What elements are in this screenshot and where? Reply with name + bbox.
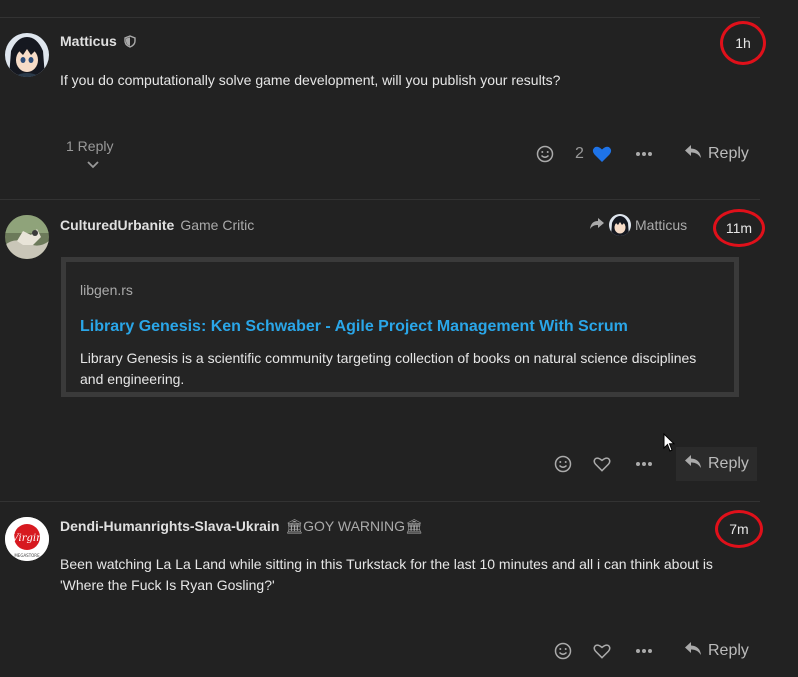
reply-button[interactable]: Reply — [676, 634, 757, 668]
like-count[interactable]: 2 — [575, 145, 584, 163]
reply-to-username[interactable]: Matticus — [635, 217, 687, 233]
timestamp-text[interactable]: 11m — [726, 220, 752, 236]
post-dendi: Virgin MEGASTORE Dendi-Humanrights-Slava… — [0, 502, 780, 677]
onebox-description: Library Genesis is a scientific communit… — [80, 350, 697, 387]
like-heart-icon[interactable] — [591, 641, 613, 661]
reply-label[interactable]: Reply — [708, 642, 749, 660]
link-preview-onebox[interactable]: libgen.rs Library Genesis: Ken Schwaber … — [61, 257, 739, 397]
reply-label[interactable]: Reply — [708, 455, 749, 473]
emoji-reaction-icon[interactable] — [553, 454, 573, 474]
mouse-cursor-icon — [663, 432, 676, 458]
reply-arrow-icon[interactable] — [684, 454, 702, 474]
chevron-down-icon[interactable] — [86, 156, 100, 172]
avatar[interactable] — [5, 215, 49, 259]
post-body: Been watching La La Land while sitting i… — [60, 556, 713, 593]
username-text[interactable]: CulturedUrbanite — [60, 217, 174, 233]
username-text[interactable]: Matticus — [60, 33, 117, 49]
like-heart-icon[interactable] — [591, 454, 613, 474]
username[interactable]: Dendi-Humanrights-Slava-Ukrain 🏛GOY WARNI… — [60, 518, 423, 535]
timestamp-text[interactable]: 7m — [729, 521, 748, 537]
onebox-source[interactable]: libgen.rs — [80, 282, 133, 298]
reply-arrow-icon[interactable] — [684, 641, 702, 661]
reply-arrow-icon[interactable] — [684, 144, 702, 164]
username[interactable]: CulturedUrbanite Game Critic — [60, 217, 254, 233]
onebox-title-link[interactable]: Library Genesis: Ken Schwaber - Agile Pr… — [80, 318, 628, 336]
avatar[interactable] — [5, 33, 49, 77]
post-timestamp[interactable]: 7m — [715, 510, 763, 548]
avatar-logo-text: Virgin — [11, 533, 42, 544]
heart-icon-liked[interactable] — [591, 144, 613, 164]
shield-icon — [123, 35, 136, 51]
username[interactable]: Matticus — [60, 33, 136, 51]
replies-count-label[interactable]: 1 Reply — [66, 138, 113, 154]
post-timestamp[interactable]: 11m — [713, 209, 765, 247]
avatar-logo-subtext: MEGASTORE — [14, 553, 40, 558]
more-options-icon[interactable] — [634, 641, 654, 661]
emoji-reaction-icon[interactable] — [553, 641, 573, 661]
reply-label[interactable]: Reply — [708, 145, 749, 163]
reply-button[interactable]: Reply — [676, 447, 757, 481]
timestamp-text[interactable]: 1h — [735, 35, 751, 51]
post-matticus: Matticus 1h If you do computationally so… — [0, 18, 780, 198]
more-options-icon[interactable] — [634, 144, 654, 164]
user-title: 🏛GOY WARNING🏛 — [285, 518, 423, 534]
reply-to-arrow-icon — [589, 217, 605, 233]
emoji-reaction-icon[interactable] — [535, 144, 555, 164]
reply-to-avatar — [609, 214, 631, 236]
more-options-icon[interactable] — [634, 454, 654, 474]
username-text[interactable]: Dendi-Humanrights-Slava-Ukrain — [60, 518, 279, 534]
reply-to-indicator[interactable]: Matticus — [589, 214, 687, 236]
user-title: Game Critic — [180, 217, 255, 233]
post-timestamp[interactable]: 1h — [720, 21, 766, 65]
post-body: If you do computationally solve game dev… — [60, 72, 561, 88]
reply-button[interactable]: Reply — [676, 137, 757, 171]
avatar[interactable]: Virgin MEGASTORE — [5, 517, 49, 561]
show-replies-button[interactable]: 1 Reply — [66, 138, 113, 169]
